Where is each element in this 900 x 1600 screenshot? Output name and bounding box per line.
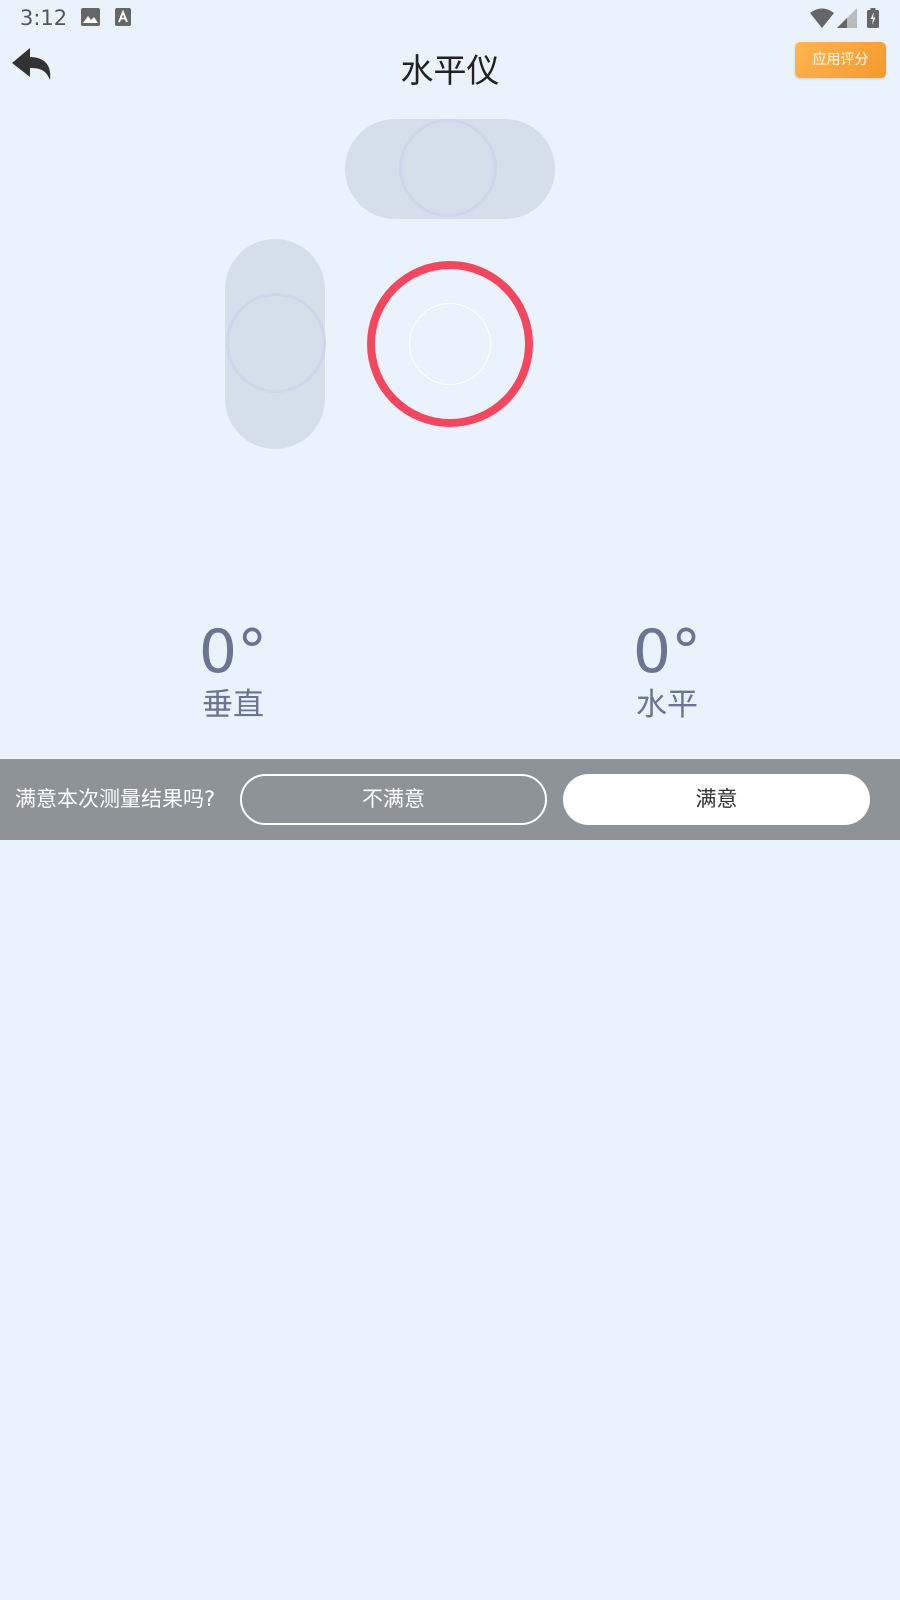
horizontal-angle-label: 水平 <box>636 687 698 723</box>
feedback-question: 满意本次测量结果吗? <box>15 787 216 811</box>
status-bar: 3:12 <box>0 0 900 36</box>
vertical-bubble-track <box>225 239 326 449</box>
center-bubble <box>409 303 491 385</box>
horizontal-bubble-track <box>345 119 555 219</box>
horizontal-reading: 0° 水平 <box>557 617 777 725</box>
app-header: 水平仪 应用评分 <box>0 40 900 96</box>
horizontal-angle-value: 0° <box>632 617 702 687</box>
image-icon <box>81 8 100 30</box>
status-time: 3:12 <box>20 6 68 30</box>
unsatisfied-button[interactable]: 不满意 <box>240 774 547 825</box>
wifi-icon <box>810 8 834 32</box>
battery-charging-icon <box>867 8 879 32</box>
rate-app-button[interactable]: 应用评分 <box>795 42 886 78</box>
vertical-reading: 0° 垂直 <box>123 617 343 725</box>
page-title: 水平仪 <box>400 51 500 90</box>
vertical-bubble <box>226 293 326 393</box>
text-a-icon <box>115 8 131 30</box>
horizontal-bubble <box>399 119 497 217</box>
satisfied-button[interactable]: 满意 <box>563 774 870 825</box>
vertical-angle-label: 垂直 <box>202 687 264 723</box>
feedback-bar: 满意本次测量结果吗? 不满意 满意 <box>0 759 900 840</box>
signal-icon <box>837 8 857 32</box>
vertical-angle-value: 0° <box>198 617 268 687</box>
